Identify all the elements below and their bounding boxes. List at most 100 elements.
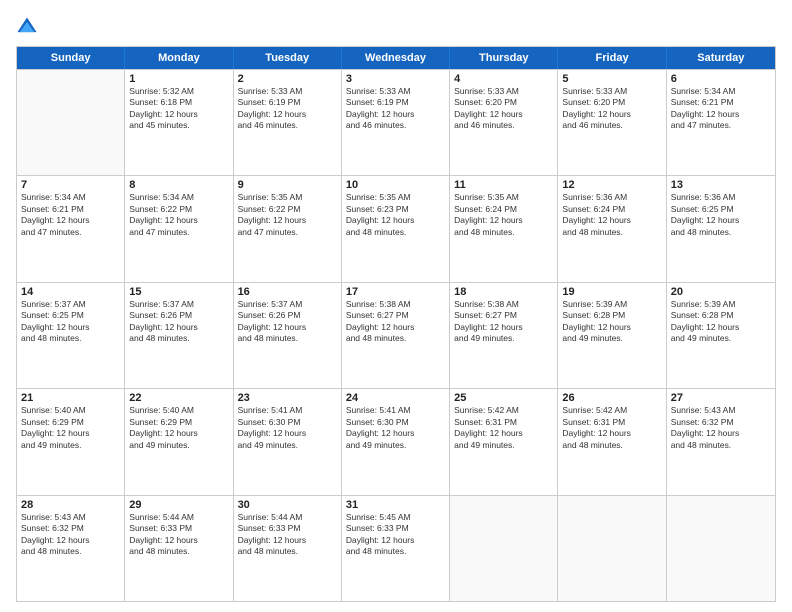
calendar-cell-23: 23Sunrise: 5:41 AM Sunset: 6:30 PM Dayli… [234,389,342,494]
day-number: 7 [21,179,120,191]
day-info: Sunrise: 5:39 AM Sunset: 6:28 PM Dayligh… [671,299,771,345]
day-number: 8 [129,179,228,191]
day-info: Sunrise: 5:32 AM Sunset: 6:18 PM Dayligh… [129,86,228,132]
calendar-cell-13: 13Sunrise: 5:36 AM Sunset: 6:25 PM Dayli… [667,176,775,281]
day-number: 23 [238,392,337,404]
day-number: 14 [21,286,120,298]
day-info: Sunrise: 5:43 AM Sunset: 6:32 PM Dayligh… [671,405,771,451]
day-number: 21 [21,392,120,404]
calendar-cell-8: 8Sunrise: 5:34 AM Sunset: 6:22 PM Daylig… [125,176,233,281]
calendar-cell-30: 30Sunrise: 5:44 AM Sunset: 6:33 PM Dayli… [234,496,342,601]
day-number: 22 [129,392,228,404]
day-info: Sunrise: 5:42 AM Sunset: 6:31 PM Dayligh… [454,405,553,451]
calendar-cell-24: 24Sunrise: 5:41 AM Sunset: 6:30 PM Dayli… [342,389,450,494]
header-day-saturday: Saturday [667,47,775,69]
day-info: Sunrise: 5:44 AM Sunset: 6:33 PM Dayligh… [129,512,228,558]
day-number: 26 [562,392,661,404]
day-number: 28 [21,499,120,511]
day-number: 25 [454,392,553,404]
day-number: 31 [346,499,445,511]
day-info: Sunrise: 5:35 AM Sunset: 6:24 PM Dayligh… [454,192,553,238]
day-number: 4 [454,73,553,85]
day-info: Sunrise: 5:38 AM Sunset: 6:27 PM Dayligh… [454,299,553,345]
day-number: 24 [346,392,445,404]
day-info: Sunrise: 5:34 AM Sunset: 6:22 PM Dayligh… [129,192,228,238]
calendar-row: 1Sunrise: 5:32 AM Sunset: 6:18 PM Daylig… [17,69,775,175]
calendar-cell-2: 2Sunrise: 5:33 AM Sunset: 6:19 PM Daylig… [234,70,342,175]
day-number: 2 [238,73,337,85]
day-info: Sunrise: 5:35 AM Sunset: 6:22 PM Dayligh… [238,192,337,238]
day-info: Sunrise: 5:36 AM Sunset: 6:25 PM Dayligh… [671,192,771,238]
calendar-cell-21: 21Sunrise: 5:40 AM Sunset: 6:29 PM Dayli… [17,389,125,494]
logo-icon [16,16,38,38]
calendar-row: 21Sunrise: 5:40 AM Sunset: 6:29 PM Dayli… [17,388,775,494]
header-day-wednesday: Wednesday [342,47,450,69]
calendar-cell-15: 15Sunrise: 5:37 AM Sunset: 6:26 PM Dayli… [125,283,233,388]
calendar-cell-29: 29Sunrise: 5:44 AM Sunset: 6:33 PM Dayli… [125,496,233,601]
day-number: 27 [671,392,771,404]
calendar-cell-19: 19Sunrise: 5:39 AM Sunset: 6:28 PM Dayli… [558,283,666,388]
header-day-thursday: Thursday [450,47,558,69]
day-info: Sunrise: 5:37 AM Sunset: 6:26 PM Dayligh… [129,299,228,345]
day-info: Sunrise: 5:45 AM Sunset: 6:33 PM Dayligh… [346,512,445,558]
day-info: Sunrise: 5:34 AM Sunset: 6:21 PM Dayligh… [21,192,120,238]
day-number: 19 [562,286,661,298]
header-day-friday: Friday [558,47,666,69]
day-number: 15 [129,286,228,298]
calendar-cell-22: 22Sunrise: 5:40 AM Sunset: 6:29 PM Dayli… [125,389,233,494]
calendar-cell-16: 16Sunrise: 5:37 AM Sunset: 6:26 PM Dayli… [234,283,342,388]
day-info: Sunrise: 5:40 AM Sunset: 6:29 PM Dayligh… [21,405,120,451]
logo [16,16,40,38]
calendar-cell-11: 11Sunrise: 5:35 AM Sunset: 6:24 PM Dayli… [450,176,558,281]
calendar: SundayMondayTuesdayWednesdayThursdayFrid… [16,46,776,602]
calendar-cell-4: 4Sunrise: 5:33 AM Sunset: 6:20 PM Daylig… [450,70,558,175]
day-info: Sunrise: 5:41 AM Sunset: 6:30 PM Dayligh… [238,405,337,451]
day-info: Sunrise: 5:43 AM Sunset: 6:32 PM Dayligh… [21,512,120,558]
calendar-cell-18: 18Sunrise: 5:38 AM Sunset: 6:27 PM Dayli… [450,283,558,388]
day-info: Sunrise: 5:37 AM Sunset: 6:25 PM Dayligh… [21,299,120,345]
calendar-cell-7: 7Sunrise: 5:34 AM Sunset: 6:21 PM Daylig… [17,176,125,281]
day-info: Sunrise: 5:37 AM Sunset: 6:26 PM Dayligh… [238,299,337,345]
day-number: 9 [238,179,337,191]
day-number: 17 [346,286,445,298]
calendar-cell-10: 10Sunrise: 5:35 AM Sunset: 6:23 PM Dayli… [342,176,450,281]
calendar-row: 7Sunrise: 5:34 AM Sunset: 6:21 PM Daylig… [17,175,775,281]
day-info: Sunrise: 5:44 AM Sunset: 6:33 PM Dayligh… [238,512,337,558]
calendar-header: SundayMondayTuesdayWednesdayThursdayFrid… [17,47,775,69]
day-info: Sunrise: 5:38 AM Sunset: 6:27 PM Dayligh… [346,299,445,345]
day-info: Sunrise: 5:33 AM Sunset: 6:20 PM Dayligh… [562,86,661,132]
day-info: Sunrise: 5:41 AM Sunset: 6:30 PM Dayligh… [346,405,445,451]
day-number: 3 [346,73,445,85]
calendar-cell-3: 3Sunrise: 5:33 AM Sunset: 6:19 PM Daylig… [342,70,450,175]
calendar-cell-empty [558,496,666,601]
day-info: Sunrise: 5:39 AM Sunset: 6:28 PM Dayligh… [562,299,661,345]
calendar-cell-28: 28Sunrise: 5:43 AM Sunset: 6:32 PM Dayli… [17,496,125,601]
calendar-cell-31: 31Sunrise: 5:45 AM Sunset: 6:33 PM Dayli… [342,496,450,601]
day-number: 20 [671,286,771,298]
calendar-cell-6: 6Sunrise: 5:34 AM Sunset: 6:21 PM Daylig… [667,70,775,175]
calendar-cell-empty [667,496,775,601]
header-day-monday: Monday [125,47,233,69]
day-number: 5 [562,73,661,85]
calendar-body: 1Sunrise: 5:32 AM Sunset: 6:18 PM Daylig… [17,69,775,601]
calendar-cell-20: 20Sunrise: 5:39 AM Sunset: 6:28 PM Dayli… [667,283,775,388]
day-number: 11 [454,179,553,191]
header-day-sunday: Sunday [17,47,125,69]
day-info: Sunrise: 5:33 AM Sunset: 6:19 PM Dayligh… [238,86,337,132]
calendar-cell-17: 17Sunrise: 5:38 AM Sunset: 6:27 PM Dayli… [342,283,450,388]
calendar-cell-12: 12Sunrise: 5:36 AM Sunset: 6:24 PM Dayli… [558,176,666,281]
calendar-cell-9: 9Sunrise: 5:35 AM Sunset: 6:22 PM Daylig… [234,176,342,281]
calendar-cell-1: 1Sunrise: 5:32 AM Sunset: 6:18 PM Daylig… [125,70,233,175]
page: SundayMondayTuesdayWednesdayThursdayFrid… [0,0,792,612]
day-info: Sunrise: 5:40 AM Sunset: 6:29 PM Dayligh… [129,405,228,451]
day-number: 13 [671,179,771,191]
day-number: 12 [562,179,661,191]
day-info: Sunrise: 5:42 AM Sunset: 6:31 PM Dayligh… [562,405,661,451]
day-number: 1 [129,73,228,85]
day-number: 16 [238,286,337,298]
calendar-cell-26: 26Sunrise: 5:42 AM Sunset: 6:31 PM Dayli… [558,389,666,494]
day-info: Sunrise: 5:34 AM Sunset: 6:21 PM Dayligh… [671,86,771,132]
day-info: Sunrise: 5:33 AM Sunset: 6:20 PM Dayligh… [454,86,553,132]
calendar-cell-27: 27Sunrise: 5:43 AM Sunset: 6:32 PM Dayli… [667,389,775,494]
day-number: 29 [129,499,228,511]
